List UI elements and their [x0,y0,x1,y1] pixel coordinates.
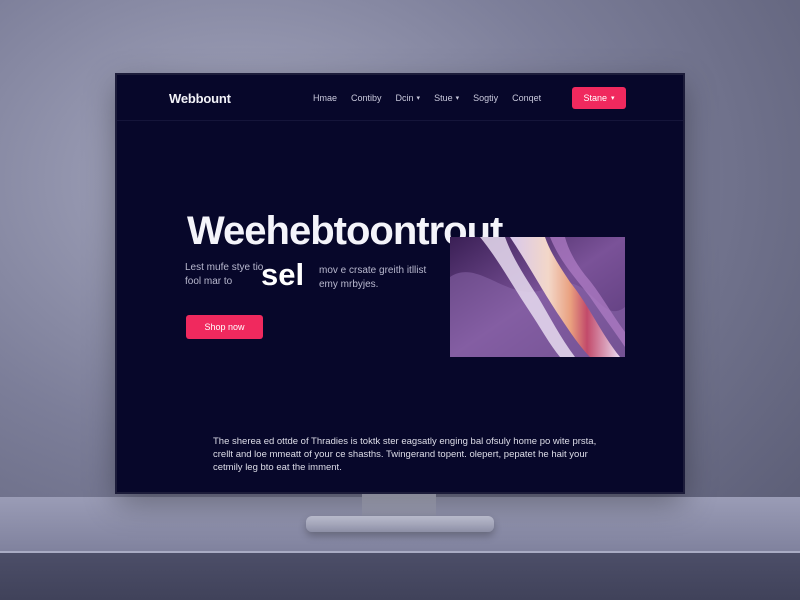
silk-fabric-illustration [450,237,625,357]
chevron-down-icon: ▾ [455,95,460,102]
nav-item-dcin[interactable]: Dcin ▾ [396,93,421,103]
nav-links: Hmae Contiby Dcin ▾ Stue ▾ Sogtiy Conqet [313,93,541,103]
nav-item-conqet[interactable]: Conqet [512,93,541,103]
hero-silk-image [450,237,625,357]
hero-subtitle-right: mov e crsate greith itllist emy mrbyjes. [319,265,427,290]
navbar: Webbount Hmae Contiby Dcin ▾ Stue ▾ Sogtiy… [117,75,683,121]
chevron-down-icon: ▾ [416,95,421,102]
nav-item-contiby[interactable]: Contiby [351,93,382,103]
hero-subtitle-left: Lest mufe stye tio fool mar to [185,262,264,287]
shop-now-button[interactable]: Shop now [186,315,263,339]
chevron-down-icon: ▾ [611,95,615,102]
site-logo[interactable]: Webbount [169,91,231,106]
nav-item-home[interactable]: Hmae [313,93,337,103]
nav-item-stue[interactable]: Stue ▾ [434,93,459,103]
nav-cta-button[interactable]: Stane ▾ [572,87,626,109]
monitor-stand-base [306,516,494,532]
nav-item-sogtiy[interactable]: Sogtiy [473,93,498,103]
hero-subtitle-emphasis: sel [261,257,305,292]
floor [0,553,800,600]
monitor-screen: Webbount Hmae Contiby Dcin ▾ Stue ▾ Sogtiy… [117,75,683,492]
body-paragraph: The sherea ed ottde of Thradies is toktk… [213,436,597,473]
